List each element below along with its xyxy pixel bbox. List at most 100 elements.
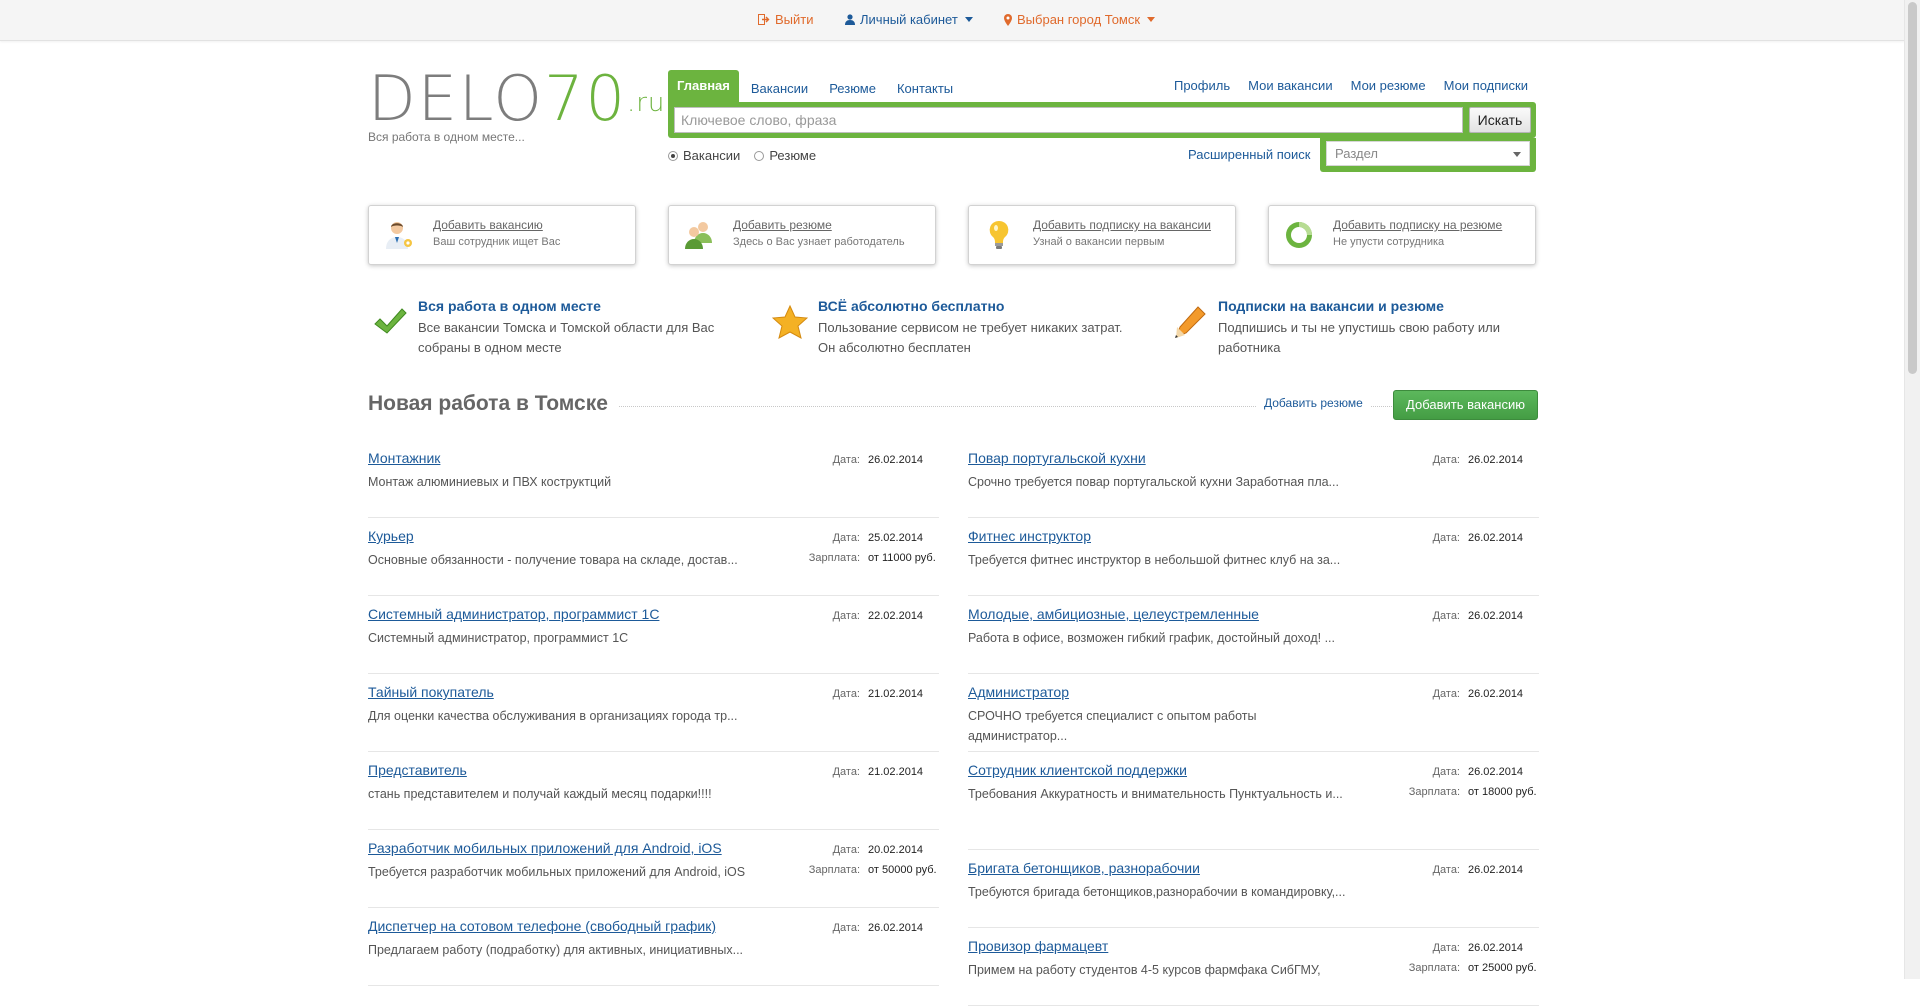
my-subscriptions-link[interactable]: Мои подписки xyxy=(1444,78,1528,93)
job-description: стань представителем и получай каждый ме… xyxy=(368,787,712,801)
site-logo[interactable]: DELO70.ru Вся работа в одном месте... xyxy=(368,68,665,145)
job-description: Для оценки качества обслуживания в орган… xyxy=(368,709,738,723)
logout-icon xyxy=(758,14,770,25)
job-meta: Дата: 26.02.2014 xyxy=(768,918,938,938)
job-title-link[interactable]: Системный администратор, программист 1С xyxy=(368,606,659,622)
job-description: Требуются бригада бетонщиков,разнорабочи… xyxy=(968,885,1346,899)
card-title[interactable]: Добавить резюме xyxy=(733,218,832,232)
search-button[interactable]: Искать xyxy=(1469,107,1531,133)
date-row: Дата: 26.02.2014 xyxy=(1368,606,1538,626)
feature-desc: Все вакансии Томска и Томской области дл… xyxy=(418,320,715,355)
job-meta: Дата: 21.02.2014 xyxy=(768,762,938,782)
job-title-link[interactable]: Представитель xyxy=(368,762,467,778)
job-description: Требуется фитнес инструктор в небольшой … xyxy=(968,553,1341,567)
my-resume-link[interactable]: Мои резюме xyxy=(1351,78,1426,93)
date-label: Дата: xyxy=(832,532,860,544)
quick-actions: Добавить вакансию Ваш сотрудник ищет Вас… xyxy=(368,205,1538,265)
section-title: Новая работа в Томске xyxy=(368,392,618,416)
add-resume-link[interactable]: Добавить резюме xyxy=(1256,396,1371,410)
dropdown-arrow-icon xyxy=(1513,152,1521,157)
date-label: Дата: xyxy=(832,922,860,934)
tab-contacts[interactable]: Контакты xyxy=(897,81,953,102)
job-meta: Дата: 26.02.2014 xyxy=(1368,684,1538,704)
advanced-search-link[interactable]: Расширенный поиск xyxy=(1188,147,1310,162)
logout-link[interactable]: Выйти xyxy=(758,12,814,27)
job-meta: Дата: 25.02.2014 Зарплата: от 11000 руб. xyxy=(768,528,938,568)
job-title-link[interactable]: Разработчик мобильных приложений для And… xyxy=(368,840,722,856)
account-nav: Профиль Мои вакансии Мои резюме Мои подп… xyxy=(1174,78,1528,93)
cabinet-menu[interactable]: Личный кабинет xyxy=(845,12,973,27)
card-subtitle: Ваш сотрудник ищет Вас xyxy=(433,236,561,248)
job-title-link[interactable]: Администратор xyxy=(968,684,1069,700)
job-date: 26.02.2014 xyxy=(1468,864,1524,876)
card-add-resume[interactable]: Добавить резюме Здесь о Вас узнает работ… xyxy=(668,205,936,265)
date-label: Дата: xyxy=(1432,688,1460,700)
card-add-vacancy[interactable]: Добавить вакансию Ваш сотрудник ищет Вас xyxy=(368,205,636,265)
date-row: Дата: 26.02.2014 xyxy=(1368,450,1538,470)
job-title-link[interactable]: Диспетчер на сотовом телефоне (свободный… xyxy=(368,918,716,934)
feature-title: Вся работа в одном месте xyxy=(418,298,601,314)
radio-vacancies[interactable]: Вакансии xyxy=(668,148,740,163)
job-title-link[interactable]: Молодые, амбициозные, целеустремленные xyxy=(968,606,1259,622)
radio-dot xyxy=(754,150,765,161)
tab-vacancies[interactable]: Вакансии xyxy=(751,81,808,102)
job-title-link[interactable]: Провизор фармацевт xyxy=(968,938,1108,954)
radio-resume[interactable]: Резюме xyxy=(754,148,816,163)
logout-label: Выйти xyxy=(775,12,814,27)
users-icon xyxy=(685,222,712,249)
search-input[interactable]: Ключевое слово, фраза xyxy=(674,107,1463,133)
card-title[interactable]: Добавить вакансию xyxy=(433,218,543,232)
profile-link[interactable]: Профиль xyxy=(1174,78,1230,93)
section-select[interactable]: Раздел xyxy=(1326,141,1530,166)
jobs-list-right: Повар португальской кухни Срочно требуетс… xyxy=(968,440,1539,1006)
vertical-scrollbar[interactable] xyxy=(1904,0,1920,979)
city-selector[interactable]: Выбран город Томск xyxy=(1004,12,1156,27)
my-vacancies-link[interactable]: Мои вакансии xyxy=(1248,78,1332,93)
date-row: Дата: 21.02.2014 xyxy=(768,762,938,782)
job-title-link[interactable]: Монтажник xyxy=(368,450,440,466)
job-description: Системный администратор, программист 1С xyxy=(368,631,629,645)
job-item: Курьер Основные обязанности - получение т… xyxy=(368,518,939,596)
job-title-link[interactable]: Фитнес инструктор xyxy=(968,528,1091,544)
job-date: 22.02.2014 xyxy=(868,610,924,622)
job-description: Монтаж алюминиевых и ПВХ коструктций xyxy=(368,475,612,489)
date-row: Дата: 22.02.2014 xyxy=(768,606,938,626)
card-title[interactable]: Добавить подписку на вакансии xyxy=(1033,218,1211,232)
card-subscribe-vacancies[interactable]: Добавить подписку на вакансии Узнай о ва… xyxy=(968,205,1236,265)
job-salary: от 18000 руб. xyxy=(1468,786,1537,798)
job-title-link[interactable]: Сотрудник клиентской поддержки xyxy=(968,762,1187,778)
chevron-down-icon xyxy=(964,17,973,22)
date-label: Дата: xyxy=(1432,864,1460,876)
job-item: Повар португальской кухни Срочно требуетс… xyxy=(968,440,1539,518)
job-date: 26.02.2014 xyxy=(1468,688,1524,700)
cabinet-label: Личный кабинет xyxy=(860,12,958,27)
job-title-link[interactable]: Повар португальской кухни xyxy=(968,450,1146,466)
job-meta: Дата: 22.02.2014 xyxy=(768,606,938,626)
ring-icon xyxy=(1286,222,1312,248)
job-date: 26.02.2014 xyxy=(868,454,924,466)
search-box: Ключевое слово, фраза Искать xyxy=(668,102,1536,138)
search-type-radios: Вакансии Резюме xyxy=(668,148,816,163)
card-subscribe-resume[interactable]: Добавить подписку на резюме Не упусти со… xyxy=(1268,205,1536,265)
job-description: Требования Аккуратность и внимательность… xyxy=(968,787,1343,801)
tab-main[interactable]: Главная xyxy=(668,70,739,102)
salary-row: Зарплата: от 18000 руб. xyxy=(1368,782,1538,802)
tab-resume[interactable]: Резюме xyxy=(829,81,876,102)
job-item: Монтажник Монтаж алюминиевых и ПВХ костру… xyxy=(368,440,939,518)
top-bar: Выйти Личный кабинет Выбран город Томск xyxy=(0,0,1905,41)
scrollbar-thumb[interactable] xyxy=(1908,2,1917,374)
employee-icon xyxy=(386,222,412,249)
job-item: Фитнес инструктор Требуется фитнес инстру… xyxy=(968,518,1539,596)
job-title-link[interactable]: Бригата бетонщиков, разнорабочии xyxy=(968,860,1200,876)
date-label: Дата: xyxy=(832,454,860,466)
card-subtitle: Не упусти сотрудника xyxy=(1333,236,1445,248)
date-label: Дата: xyxy=(1432,610,1460,622)
job-item: Сотрудник клиентской поддержки Требования… xyxy=(968,752,1539,850)
add-vacancy-button[interactable]: Добавить вакансию xyxy=(1393,390,1538,420)
job-title-link[interactable]: Курьер xyxy=(368,528,414,544)
job-date: 26.02.2014 xyxy=(1468,766,1524,778)
card-title[interactable]: Добавить подписку на резюме xyxy=(1333,218,1502,232)
salary-label: Зарплата: xyxy=(808,552,860,564)
job-title-link[interactable]: Тайный покупатель xyxy=(368,684,494,700)
job-date: 26.02.2014 xyxy=(868,922,924,934)
